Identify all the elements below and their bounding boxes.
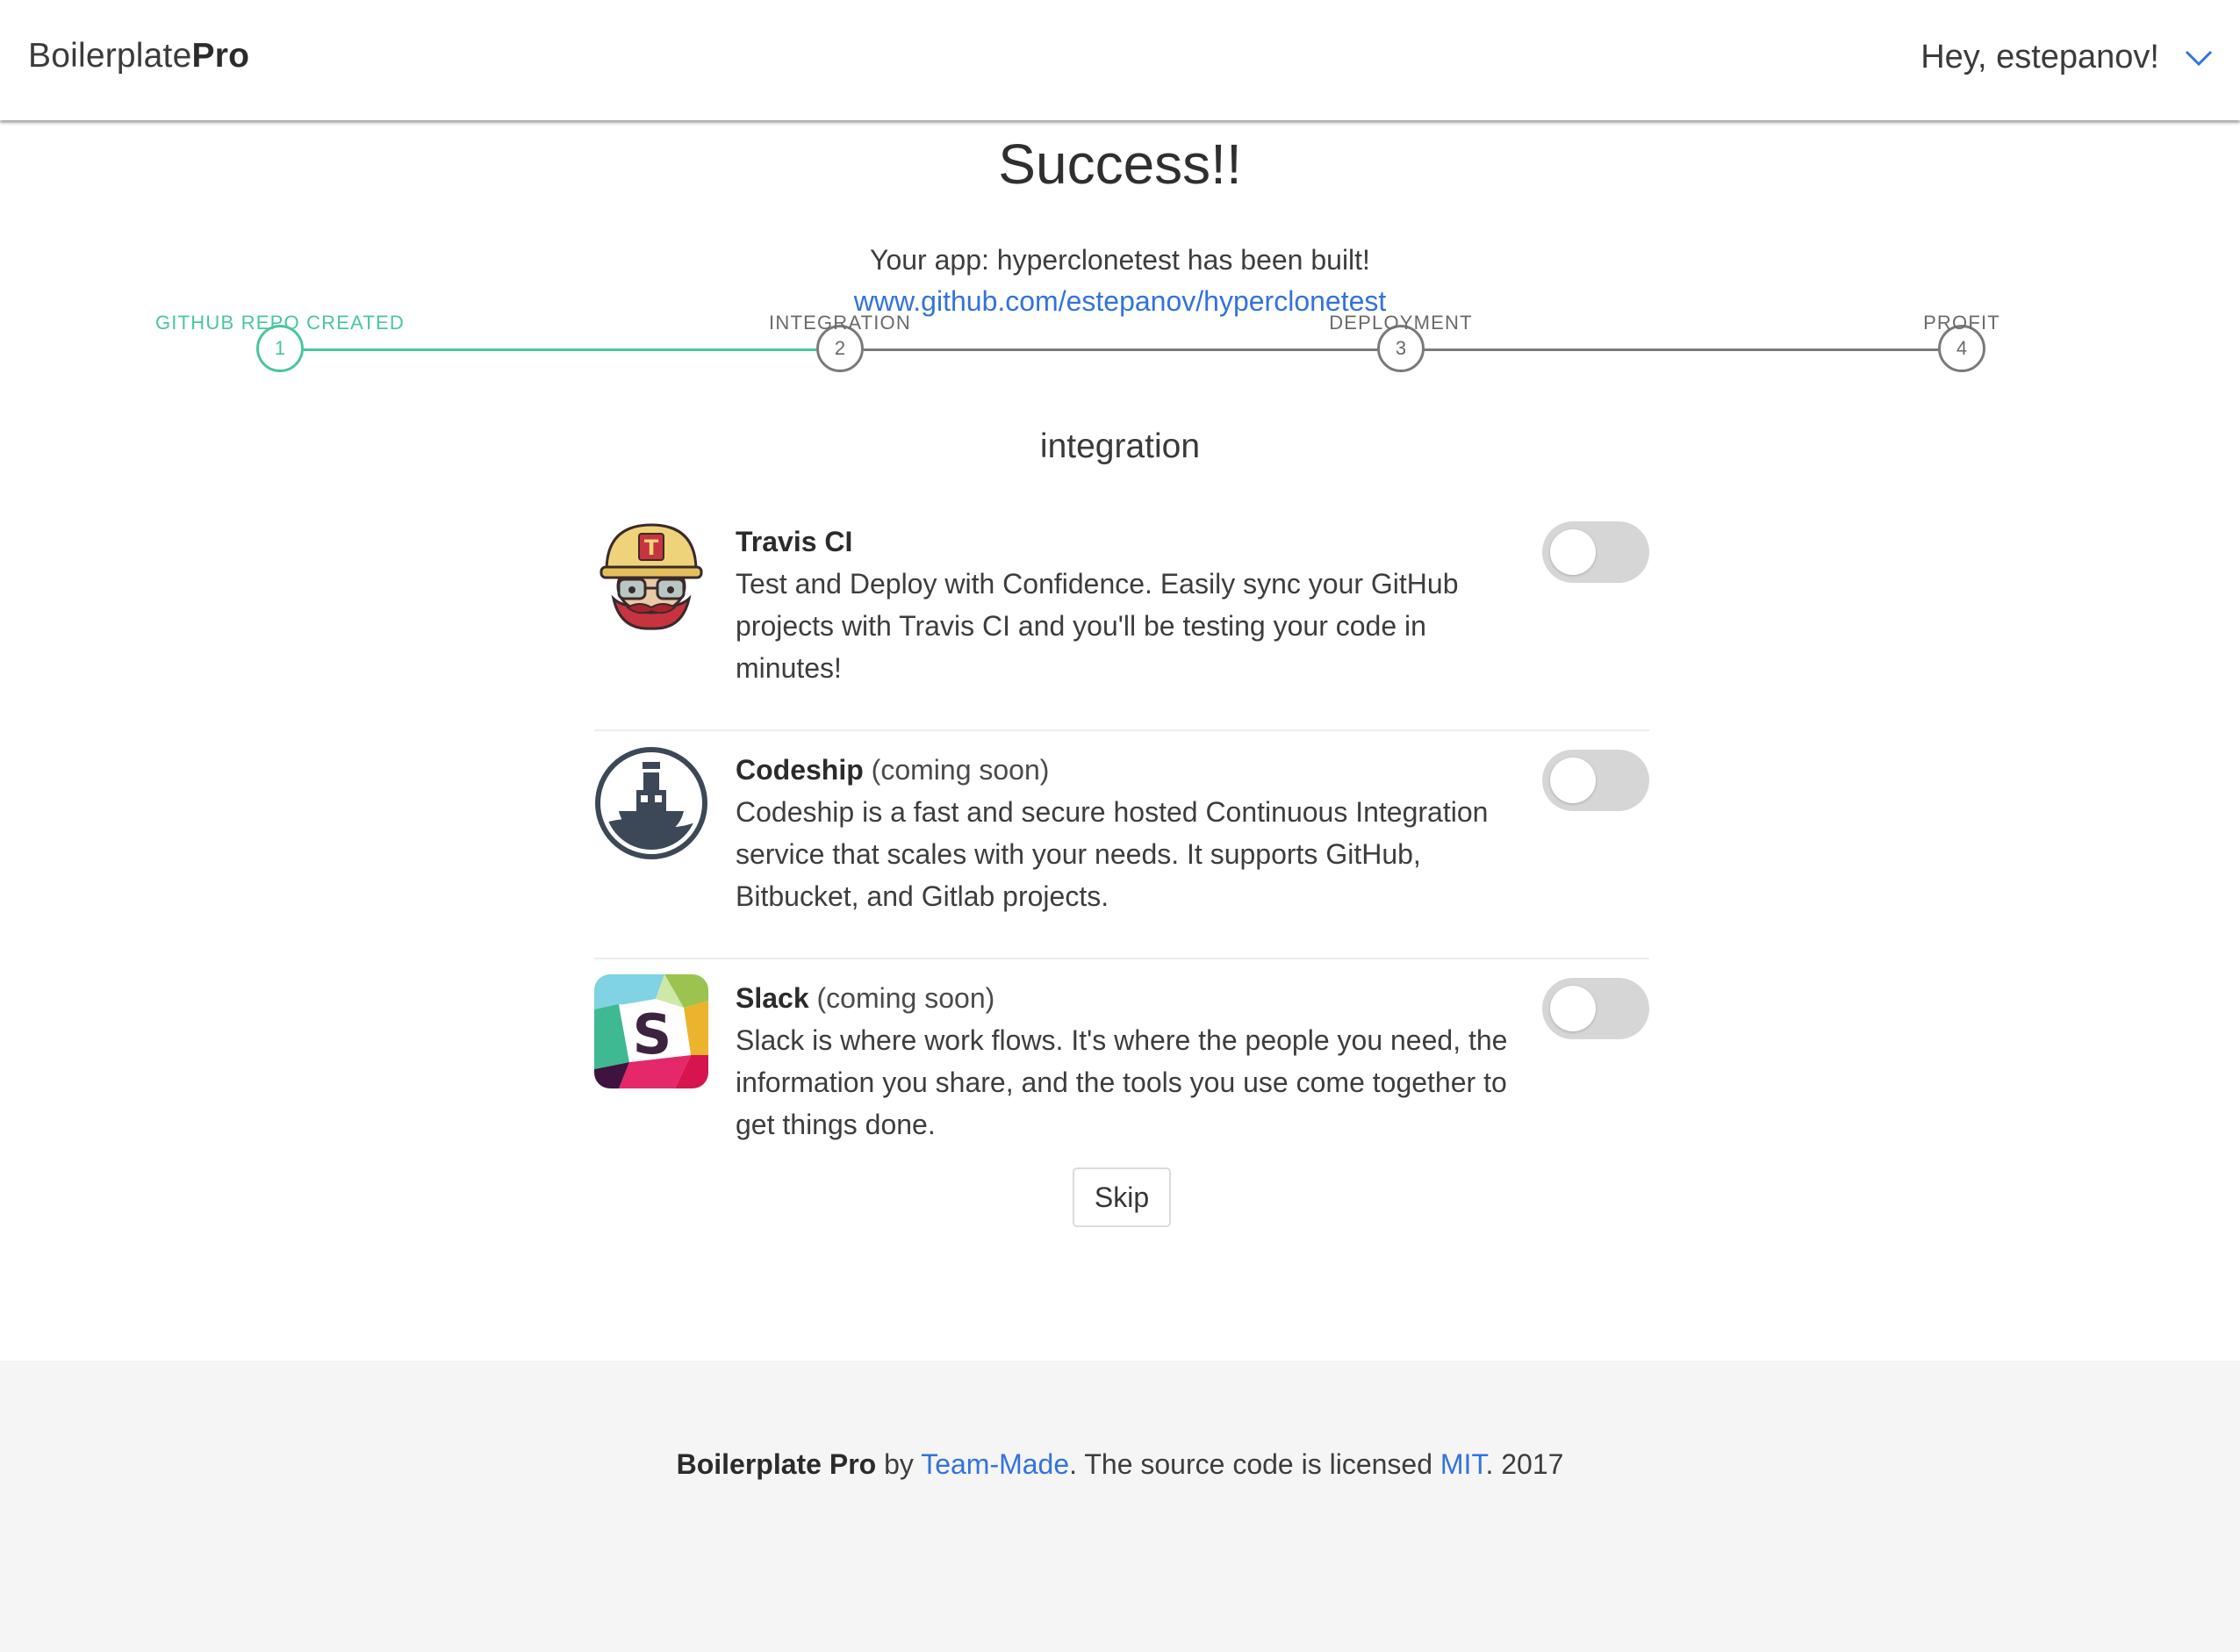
- footer-brand: Boilerplate Pro: [676, 1448, 877, 1480]
- travis-ci-toggle[interactable]: [1542, 521, 1649, 583]
- mit-license-link[interactable]: MIT: [1440, 1448, 1486, 1480]
- codeship-text: Codeship (coming soon) Codeship is a fas…: [736, 749, 1508, 917]
- integration-description: Test and Deploy with Confidence. Easily …: [736, 568, 1459, 684]
- slack-logo-icon: S: [594, 974, 708, 1088]
- step-4-number: 4: [1956, 337, 1968, 359]
- toggle-knob: [1550, 529, 1596, 575]
- step-1-number: 1: [274, 337, 286, 359]
- step-3-number: 3: [1395, 337, 1407, 359]
- integration-travis-ci: T Travis CI Test and Deploy with Confide…: [594, 503, 1649, 731]
- step-1-label: GITHUB REPO CREATED: [155, 312, 405, 334]
- toggle-knob: [1550, 758, 1596, 803]
- codeship-toggle[interactable]: [1542, 750, 1649, 811]
- slack-toggle[interactable]: [1542, 978, 1649, 1039]
- integration-note: (coming soon): [871, 754, 1050, 786]
- user-menu[interactable]: Hey, estepanov!: [1921, 39, 2214, 76]
- brand-light: Boilerplate: [28, 37, 192, 75]
- skip-button[interactable]: Skip: [1073, 1167, 1171, 1227]
- step-2-number: 2: [834, 337, 846, 359]
- slack-text: Slack (coming soon) Slack is where work …: [736, 977, 1508, 1146]
- team-made-link[interactable]: Team-Made: [921, 1448, 1069, 1480]
- integration-name: Codeship: [736, 754, 864, 786]
- svg-text:S: S: [633, 1002, 672, 1067]
- footer-by: by: [876, 1448, 922, 1480]
- footer-licensed: . The source code is licensed: [1069, 1448, 1440, 1480]
- footer-year: . 2017: [1485, 1448, 1564, 1480]
- user-greeting: Hey, estepanov!: [1921, 39, 2159, 75]
- brand-bold: Pro: [191, 37, 250, 75]
- step-connector-2: [864, 348, 1377, 351]
- toggle-knob: [1550, 986, 1596, 1031]
- svg-text:T: T: [644, 535, 659, 560]
- integration-codeship: Codeship (coming soon) Codeship is a fas…: [594, 731, 1649, 959]
- brand-logo[interactable]: BoilerplatePro: [28, 37, 249, 75]
- integration-list: T Travis CI Test and Deploy with Confide…: [594, 503, 1649, 1186]
- integration-description: Codeship is a fast and secure hosted Con…: [736, 796, 1489, 912]
- build-message: Your app: hyperclonetest has been built!: [870, 244, 1370, 276]
- step-2-label: INTEGRATION: [769, 312, 911, 334]
- step-connector-3: [1425, 348, 1938, 351]
- page-title: Success!!: [998, 133, 1242, 196]
- integration-name: Slack: [736, 982, 809, 1014]
- section-title: integration: [1039, 427, 1201, 465]
- footer: Boilerplate Pro by Team-Made. The source…: [0, 1361, 2240, 1652]
- travis-ci-logo-icon: T: [599, 523, 703, 630]
- step-3-label: DEPLOYMENT: [1329, 312, 1473, 334]
- navbar: BoilerplatePro Hey, estepanov!: [0, 0, 2240, 120]
- progress-stepper: 1 2 3 4: [0, 325, 2240, 430]
- step-4-label: PROFIT: [1923, 312, 2000, 334]
- integration-name: Travis CI: [736, 526, 853, 557]
- footer-text: Boilerplate Pro by Team-Made. The source…: [0, 1448, 2240, 1481]
- travis-ci-text: Travis CI Test and Deploy with Confidenc…: [736, 521, 1508, 689]
- step-connector-1: [304, 348, 816, 351]
- integration-slack: S Slack (coming soon) Slack is where wor…: [594, 959, 1649, 1186]
- codeship-logo-icon: [595, 747, 707, 859]
- integration-description: Slack is where work flows. It's where th…: [736, 1024, 1508, 1140]
- chevron-down-icon[interactable]: [2184, 48, 2214, 68]
- main-content: Success!! Your app: hyperclonetest has b…: [0, 120, 2240, 1361]
- integration-note: (coming soon): [816, 982, 995, 1014]
